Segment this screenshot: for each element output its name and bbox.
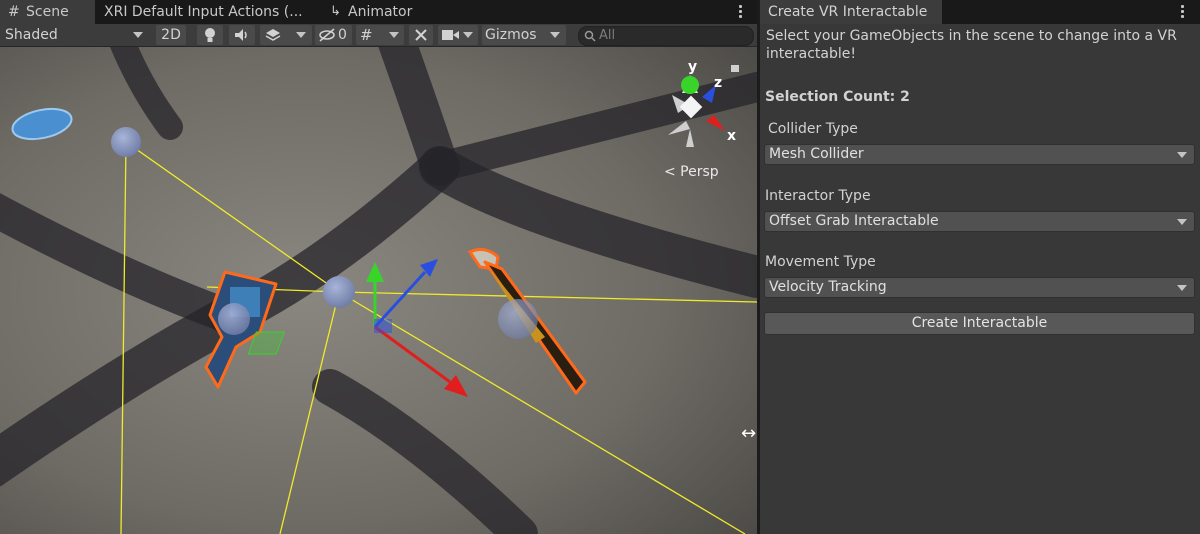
grid-icon: # xyxy=(8,4,20,20)
projection-toggle[interactable]: < Persp xyxy=(664,164,719,180)
toggle-2d-label: 2D xyxy=(161,27,181,43)
speaker-icon xyxy=(235,29,247,41)
camera-icon xyxy=(442,30,459,40)
lighting-toggle[interactable] xyxy=(197,25,223,45)
scene-toolbar: Shaded 2D 0 # Gizmos All xyxy=(0,24,757,47)
panel-tab-bar: Create VR Interactable xyxy=(760,0,1200,24)
selection-count: Selection Count: 2 xyxy=(765,89,910,105)
tab-animator-label: Animator xyxy=(348,4,413,20)
scene-tab-bar: # Scene XRI Default Input Actions (... ↳… xyxy=(0,0,757,24)
movement-type-value: Velocity Tracking xyxy=(769,279,887,295)
chevron-down-icon xyxy=(463,32,473,38)
grid-snap-toggle[interactable]: # xyxy=(356,25,404,45)
panel-menu-icon[interactable] xyxy=(1181,4,1185,20)
movement-type-label: Movement Type xyxy=(765,254,876,270)
tab-scene[interactable]: # Scene xyxy=(0,0,95,24)
interactor-type-label: Interactor Type xyxy=(765,188,871,204)
scene-visibility-toggle[interactable]: 0 xyxy=(315,25,352,45)
collider-type-value: Mesh Collider xyxy=(769,146,864,162)
gizmos-dropdown[interactable]: Gizmos xyxy=(482,25,566,45)
draw-mode-dropdown[interactable]: Shaded xyxy=(0,25,149,45)
create-interactable-button[interactable]: Create Interactable xyxy=(764,312,1195,335)
scene-viewport[interactable]: y z x < Persp ↔ xyxy=(0,47,757,534)
axis-label-y: y xyxy=(688,59,698,75)
chevron-down-icon xyxy=(1177,219,1187,225)
search-icon xyxy=(584,30,596,42)
tools-icon xyxy=(415,29,427,41)
audio-toggle[interactable] xyxy=(229,25,255,45)
eye-slash-icon xyxy=(319,28,335,42)
tab-animator[interactable]: ↳ Animator xyxy=(330,0,420,24)
chevron-down-icon xyxy=(550,32,560,38)
grid-snap-icon: # xyxy=(360,26,373,44)
scene-render xyxy=(0,47,757,534)
create-vr-interactable-panel: Create VR Interactable Select your GameO… xyxy=(760,0,1200,534)
tab-xri-input-actions[interactable]: XRI Default Input Actions (... xyxy=(104,0,308,24)
collider-type-dropdown[interactable]: Mesh Collider xyxy=(764,144,1195,165)
lightbulb-icon xyxy=(205,28,215,42)
tab-scene-label: Scene xyxy=(26,4,69,20)
chevron-down-icon xyxy=(133,32,143,38)
interactor-type-value: Offset Grab Interactable xyxy=(769,213,939,229)
search-placeholder: All xyxy=(599,28,616,43)
panel-description: Select your GameObjects in the scene to … xyxy=(766,28,1177,62)
toggle-2d-button[interactable]: 2D xyxy=(156,25,186,45)
scene-menu-icon[interactable] xyxy=(739,4,743,20)
axis-label-z: z xyxy=(714,75,723,91)
chevron-down-icon xyxy=(389,32,399,38)
axis-label-x: x xyxy=(727,128,737,144)
tab-xri-label: XRI Default Input Actions (... xyxy=(104,4,303,20)
effects-dropdown[interactable] xyxy=(260,25,312,45)
camera-dropdown[interactable] xyxy=(438,25,478,45)
tools-toggle[interactable] xyxy=(409,25,433,45)
hidden-count: 0 xyxy=(338,27,347,43)
gizmos-label: Gizmos xyxy=(485,27,537,43)
chevron-down-icon xyxy=(1177,152,1187,158)
chevron-down-icon xyxy=(1177,285,1187,291)
create-interactable-label: Create Interactable xyxy=(911,315,1048,331)
tab-create-vr-interactable[interactable]: Create VR Interactable xyxy=(760,0,942,24)
collider-type-label: Collider Type xyxy=(768,121,858,137)
draw-mode-label: Shaded xyxy=(5,27,58,43)
animator-icon: ↳ xyxy=(330,4,341,19)
interactor-type-dropdown[interactable]: Offset Grab Interactable xyxy=(764,211,1195,232)
chevron-down-icon xyxy=(296,32,306,38)
panel-tab-title: Create VR Interactable xyxy=(768,4,928,20)
resize-cursor-icon: ↔ xyxy=(741,423,757,444)
layers-icon xyxy=(265,29,281,41)
scene-search-input[interactable]: All xyxy=(578,26,754,46)
movement-type-dropdown[interactable]: Velocity Tracking xyxy=(764,277,1195,298)
